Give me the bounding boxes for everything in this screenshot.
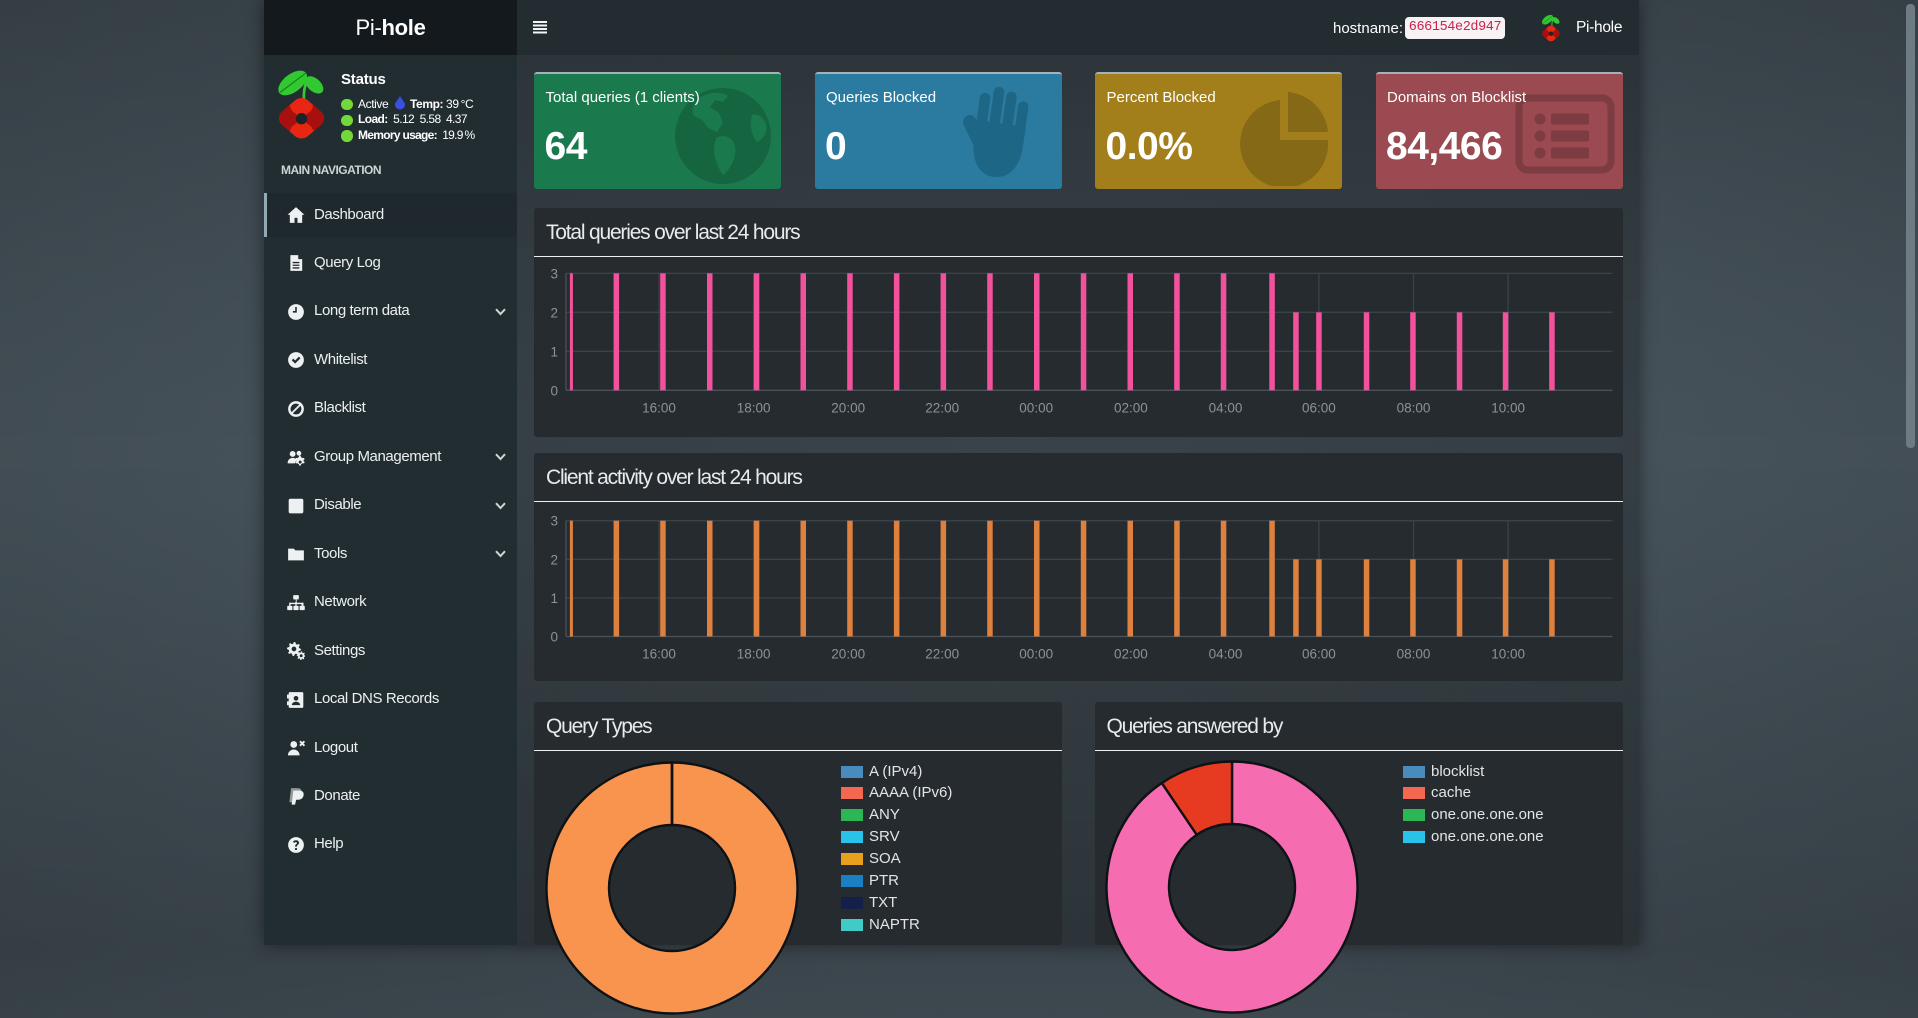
svg-text:04:00: 04:00 [1209,400,1243,415]
svg-text:1: 1 [550,591,558,606]
svg-text:08:00: 08:00 [1397,647,1431,662]
svg-text:20:00: 20:00 [831,647,865,662]
svg-text:3: 3 [550,266,558,281]
svg-text:10:00: 10:00 [1491,400,1525,415]
svg-text:3: 3 [550,514,558,529]
svg-text:18:00: 18:00 [737,400,771,415]
svg-text:18:00: 18:00 [737,647,771,662]
svg-text:16:00: 16:00 [642,647,676,662]
svg-text:00:00: 00:00 [1019,400,1053,415]
svg-text:22:00: 22:00 [925,400,959,415]
svg-text:2: 2 [550,305,558,320]
svg-text:02:00: 02:00 [1114,647,1148,662]
svg-text:1: 1 [550,344,558,359]
svg-text:16:00: 16:00 [642,400,676,415]
svg-text:08:00: 08:00 [1397,400,1431,415]
svg-text:04:00: 04:00 [1209,647,1243,662]
svg-text:0: 0 [550,630,558,645]
svg-text:06:00: 06:00 [1302,647,1336,662]
svg-text:00:00: 00:00 [1019,647,1053,662]
svg-text:2: 2 [550,552,558,567]
svg-text:20:00: 20:00 [831,400,865,415]
svg-text:06:00: 06:00 [1302,400,1336,415]
svg-text:10:00: 10:00 [1491,647,1525,662]
svg-text:22:00: 22:00 [925,647,959,662]
svg-text:0: 0 [550,383,558,398]
svg-text:02:00: 02:00 [1114,400,1148,415]
